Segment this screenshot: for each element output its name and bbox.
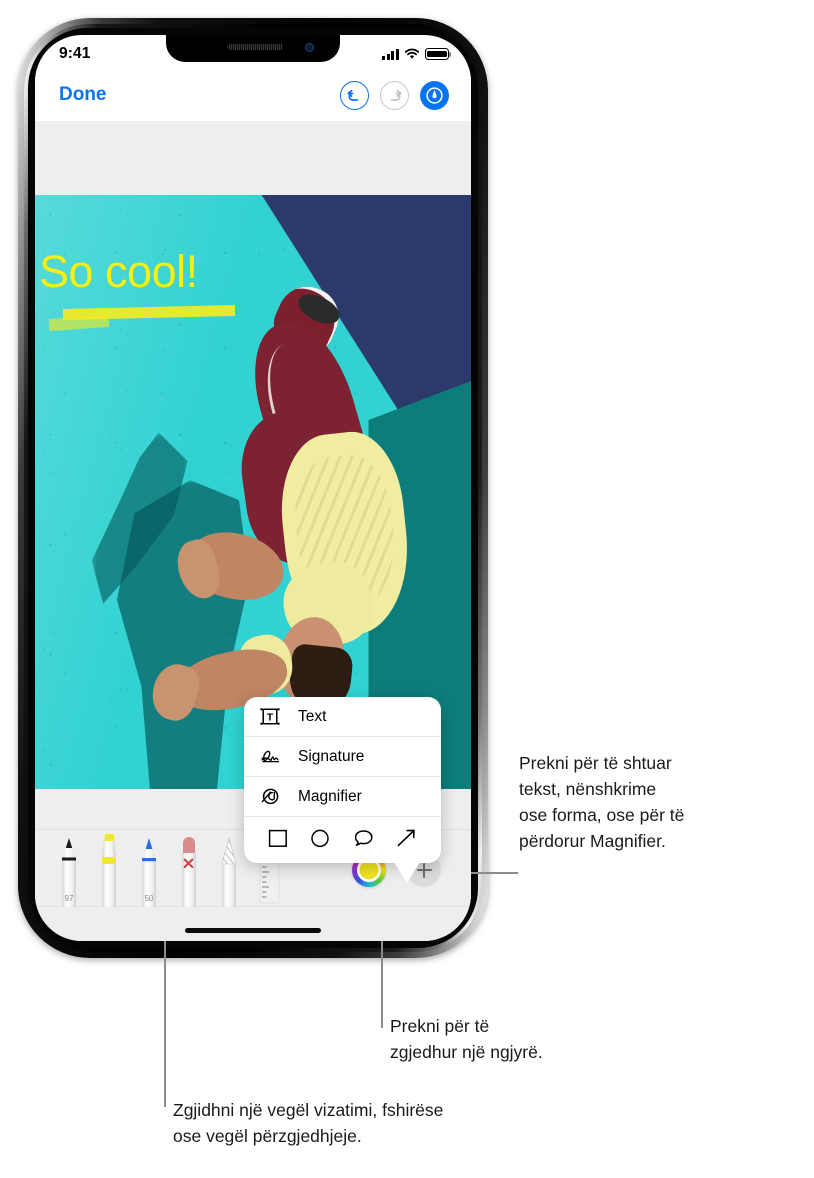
pencil-opacity-label: 50 (144, 894, 154, 903)
callout-line: Prekni për të shtuar (519, 753, 672, 773)
undo-button[interactable] (340, 80, 369, 110)
popup-item-text[interactable]: T Text (244, 697, 441, 737)
add-annotation-callout: Prekni për të shtuar tekst, nënshkrime o… (519, 750, 804, 854)
magnifier-loupe-icon (259, 786, 289, 807)
earpiece-speaker-icon (227, 44, 284, 50)
popup-item-signature[interactable]: Signature (244, 737, 441, 777)
callout-leader-drawing-tools (164, 922, 166, 1107)
wifi-icon (404, 48, 420, 60)
drawing-tools-callout: Zgjidhni një vegël vizatimi, fshirëse os… (173, 1097, 643, 1149)
signature-icon (259, 746, 289, 767)
popup-shape-row (244, 817, 441, 863)
pencil-tool[interactable]: 50 (129, 833, 169, 907)
undo-arrow-icon (347, 89, 359, 101)
popup-item-label: Text (298, 707, 327, 725)
callout-line: përdorur Magnifier. (519, 831, 666, 851)
speech-bubble-shape-icon[interactable] (352, 827, 375, 854)
device-notch (166, 35, 340, 62)
cellular-bars-icon (382, 48, 399, 60)
markup-toggle-button[interactable] (420, 80, 449, 110)
square-shape-icon[interactable] (267, 827, 289, 854)
device-screen: 9:41 Done So cool! T Text Signature Magn… (35, 35, 471, 941)
callout-line: ose forma, ose për të (519, 805, 685, 825)
pen-tool[interactable]: 97 (49, 833, 89, 907)
circle-shape-icon[interactable] (309, 827, 331, 854)
highlighter-tool[interactable] (89, 833, 129, 907)
redo-arrow-icon (390, 89, 402, 101)
battery-full-icon (425, 48, 452, 60)
arrow-shape-icon[interactable] (395, 827, 418, 854)
popup-item-magnifier[interactable]: Magnifier (244, 777, 441, 817)
nav-bar-actions (340, 80, 449, 110)
callout-line: Prekni për të (390, 1016, 490, 1036)
done-button[interactable]: Done (59, 84, 107, 106)
markup-pen-icon (426, 86, 443, 104)
markup-content-area: So cool! T Text Signature Magnifier 97 5… (35, 121, 471, 941)
pen-opacity-label: 97 (64, 894, 74, 903)
status-bar-indicators (382, 48, 452, 60)
popup-item-label: Signature (298, 747, 365, 765)
popup-item-label: Magnifier (298, 787, 362, 805)
callout-line: tekst, nënshkrime (519, 779, 657, 799)
markup-nav-bar: Done (35, 69, 471, 121)
add-annotation-popup-menu: T Text Signature Magnifier (244, 697, 441, 883)
status-bar-time: 9:41 (59, 45, 91, 62)
eraser-tool[interactable] (169, 833, 209, 907)
lasso-selection-tool[interactable] (209, 833, 249, 907)
iphone-device-frame: 9:41 Done So cool! T Text Signature Magn… (18, 18, 488, 958)
svg-text:T: T (267, 712, 274, 724)
color-picker-callout: Prekni për të zgjedhur një ngjyrë. (390, 1013, 630, 1065)
callout-line: zgjedhur një ngjyrë. (390, 1042, 543, 1062)
callout-line: Zgjidhni një vegël vizatimi, fshirëse (173, 1100, 444, 1120)
home-indicator[interactable] (185, 928, 321, 933)
photo-annotation-text[interactable]: So cool! (39, 249, 198, 294)
text-box-icon: T (259, 706, 289, 727)
callout-line: ose vegël përzgjedhjeje. (173, 1126, 362, 1146)
redo-button[interactable] (380, 80, 409, 110)
front-camera-icon (305, 43, 314, 52)
popup-tail (244, 862, 441, 884)
